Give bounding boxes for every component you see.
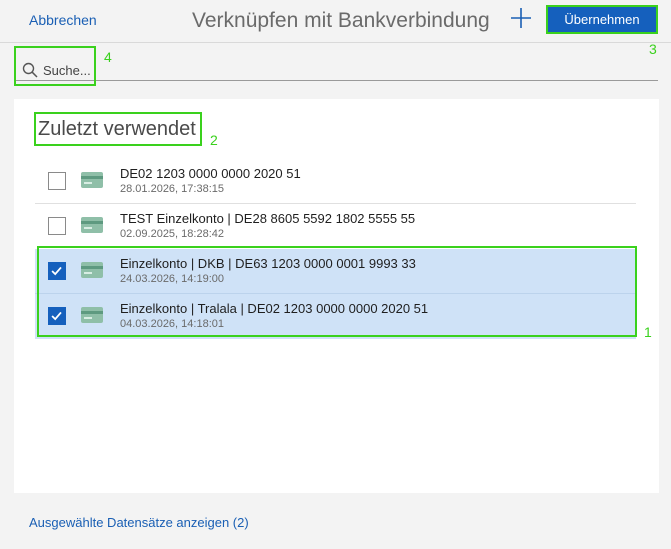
- account-timestamp: 28.01.2026, 17:38:15: [120, 183, 224, 195]
- account-row[interactable]: DE02 1203 0000 0000 2020 51 28.01.2026, …: [35, 159, 636, 204]
- search-icon: [22, 62, 38, 78]
- annotation-4: 4: [104, 49, 112, 65]
- account-timestamp: 04.03.2026, 14:18:01: [120, 318, 224, 330]
- checkmark-icon: [51, 266, 62, 276]
- account-timestamp: 02.09.2025, 18:28:42: [120, 228, 224, 240]
- account-row[interactable]: TEST Einzelkonto | DE28 8605 5592 1802 5…: [35, 204, 636, 249]
- dialog-title: Verknüpfen mit Bankverbindung: [192, 9, 490, 32]
- account-title: DE02 1203 0000 0000 2020 51: [120, 166, 301, 181]
- apply-button[interactable]: Übernehmen: [546, 5, 658, 34]
- section-title: Zuletzt verwendet: [34, 112, 202, 146]
- account-title: Einzelkonto | DKB | DE63 1203 0000 0001 …: [120, 256, 416, 271]
- recent-accounts-panel: Zuletzt verwendet DE02 1203 0000 0000 20…: [14, 99, 659, 493]
- account-row[interactable]: Einzelkonto | DKB | DE63 1203 0000 0001 …: [35, 249, 636, 294]
- plus-icon[interactable]: [508, 5, 534, 31]
- account-timestamp: 24.03.2026, 14:19:00: [120, 273, 224, 285]
- row-checkbox[interactable]: [48, 262, 66, 280]
- checkmark-icon: [51, 311, 62, 321]
- credit-card-icon: [81, 172, 103, 188]
- annotation-2: 2: [210, 132, 218, 148]
- row-checkbox[interactable]: [48, 217, 66, 235]
- annotation-1: 1: [644, 324, 652, 340]
- row-checkbox[interactable]: [48, 172, 66, 190]
- search-input[interactable]: [43, 61, 95, 79]
- row-checkbox[interactable]: [48, 307, 66, 325]
- credit-card-icon: [81, 217, 103, 233]
- account-title: TEST Einzelkonto | DE28 8605 5592 1802 5…: [120, 211, 416, 226]
- account-row[interactable]: Einzelkonto | Tralala | DE02 1203 0000 0…: [35, 294, 636, 339]
- credit-card-icon: [81, 307, 103, 323]
- search-highlight-frame: [14, 46, 96, 86]
- cancel-button[interactable]: Abbrechen: [29, 12, 97, 28]
- credit-card-icon: [81, 262, 103, 278]
- account-title: Einzelkonto | Tralala | DE02 1203 0000 0…: [120, 301, 429, 316]
- dialog-header: Abbrechen Verknüpfen mit Bankverbindung …: [0, 0, 671, 43]
- show-selected-link[interactable]: Ausgewählte Datensätze anzeigen (2): [29, 515, 249, 530]
